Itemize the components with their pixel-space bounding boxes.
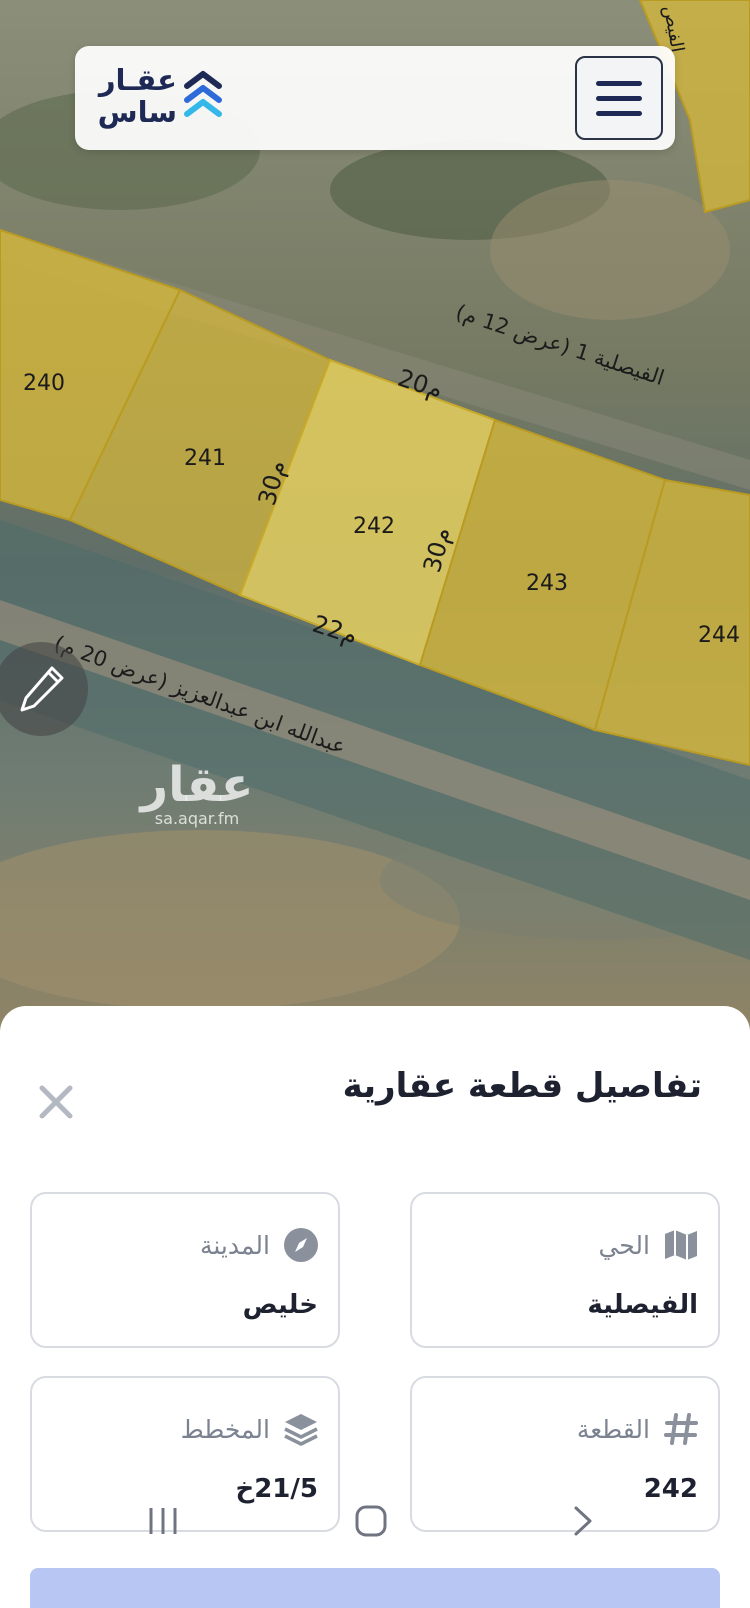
back-icon[interactable] [566, 1504, 600, 1538]
watermark: عقار sa.aqar.fm [138, 760, 256, 828]
card-label: القطعة [576, 1414, 650, 1444]
plot-number-241: 241 [184, 446, 226, 471]
watermark-logo-text: عقار [140, 757, 254, 813]
recent-apps-icon[interactable] [146, 1504, 180, 1538]
pen-icon [20, 666, 64, 712]
hamburger-icon-line [596, 110, 642, 116]
compass-icon [284, 1228, 318, 1262]
card-value: الفيصلية [587, 1290, 698, 1320]
home-icon[interactable] [354, 1504, 388, 1538]
card-head: الحي [598, 1226, 700, 1264]
card-label: المدينة [199, 1230, 270, 1260]
hash-icon [664, 1413, 698, 1445]
card-label: المخطط [180, 1414, 270, 1444]
satellite-map[interactable]: 240 241 242 243 244 20م 22م 30م 30م الفي… [0, 0, 750, 1030]
logo-chevrons-icon [184, 71, 222, 117]
logo-line-1: عقـار [98, 63, 177, 97]
plot-number-240: 240 [23, 371, 65, 396]
plot-number-244: 244 [698, 623, 740, 648]
map-view[interactable]: 240 241 242 243 244 20م 22م 30م 30م الفي… [0, 0, 750, 1030]
plot-details-sheet: تفاصيل قطعة عقارية الحي الفيصلية المدينة… [0, 1006, 750, 1608]
layers-icon [284, 1414, 318, 1446]
card-head: القطعة [577, 1410, 700, 1448]
logo-text: عقـار ساس [87, 64, 177, 128]
card-head: المدينة [200, 1226, 320, 1264]
close-icon [39, 1085, 73, 1119]
plot-number-243: 243 [526, 571, 568, 596]
system-navigation-bar [0, 1496, 750, 1556]
hamburger-icon-line [596, 95, 642, 101]
card-neighborhood: الحي الفيصلية [410, 1192, 720, 1348]
card-city: المدينة خليص [30, 1192, 340, 1348]
card-label: الحي [598, 1230, 650, 1260]
map-icon [665, 1230, 697, 1260]
close-button[interactable] [32, 1078, 80, 1126]
card-value: خليص [242, 1290, 318, 1320]
hamburger-icon-line [596, 80, 642, 86]
logo-line-2: ساس [97, 95, 177, 129]
app-logo[interactable]: عقـار ساس [87, 64, 227, 134]
menu-button[interactable] [575, 56, 663, 140]
plot-number-242: 242 [353, 514, 395, 539]
card-head: المخطط [181, 1410, 320, 1448]
watermark-url: sa.aqar.fm [154, 809, 240, 828]
sheet-title: تفاصيل قطعة عقارية [342, 1066, 702, 1106]
top-bar: عقـار ساس [75, 46, 675, 150]
action-button-partial[interactable] [30, 1568, 720, 1608]
